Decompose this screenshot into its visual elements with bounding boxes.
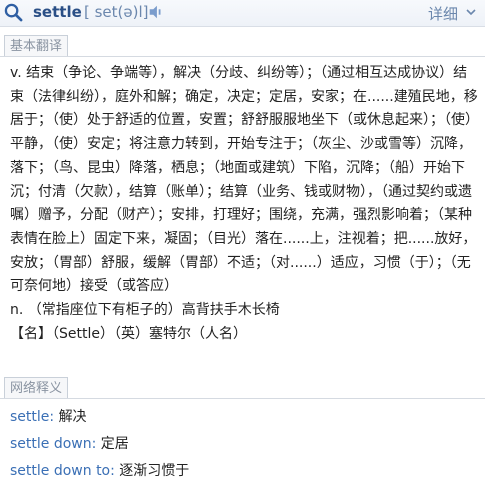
web-term-link[interactable]: settle (10, 409, 49, 425)
phonetic-text: [ set(ə)l] (84, 3, 149, 21)
web-translation-item: settle down to: 逐渐习惯于 (10, 463, 190, 479)
web-term-meaning: 逐渐习惯于 (119, 463, 190, 479)
web-term-link[interactable]: settle down to (10, 463, 110, 479)
basic-translation-body: v. 结束（争论、争端等），解决（分歧、纠纷等）；（通过相互达成协议）结束（法律… (10, 62, 480, 346)
web-translation-item: settle down: 定居 (10, 436, 129, 452)
web-term-meaning: 定居 (100, 436, 129, 452)
definition-noun: n. （常指座位下有柜子的）高背扶手木长椅 (10, 302, 280, 319)
headword: settle (33, 3, 82, 21)
word-header: settle [ set(ə)l] 详细 (0, 0, 485, 27)
web-translation-header: 网络释义 (0, 377, 485, 399)
detail-button[interactable]: 详细 (428, 3, 458, 24)
definition-verb: v. 结束（争论、争端等），解决（分歧、纠纷等）；（通过相互达成协议）结束（法律… (10, 65, 479, 295)
speaker-icon[interactable] (147, 3, 165, 21)
definition-name: 【名】（Settle）（英）塞特尔（人名） (10, 325, 247, 342)
web-translation-title: 网络释义 (4, 377, 69, 399)
web-translation-list: settle: 解决 settle down: 定居 settle down t… (10, 404, 480, 485)
chevron-down-icon[interactable] (465, 6, 477, 18)
web-translation-item: settle: 解决 (10, 409, 87, 425)
section-divider (0, 398, 485, 399)
basic-translation-header: 基本翻译 (0, 35, 485, 57)
web-term-meaning: 解决 (58, 409, 87, 425)
web-term-link[interactable]: settle down (10, 436, 92, 452)
basic-translation-title: 基本翻译 (4, 35, 69, 57)
youdao-dict-icon (4, 3, 23, 22)
section-divider (0, 56, 485, 57)
